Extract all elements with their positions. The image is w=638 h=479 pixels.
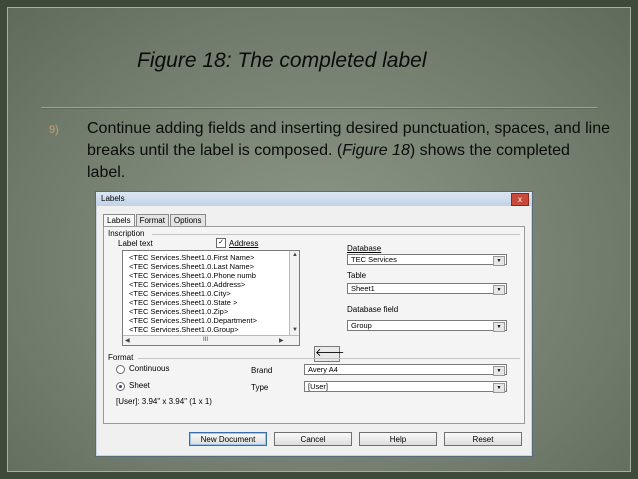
database-field-select[interactable]: Group ▼ (347, 320, 507, 332)
help-button[interactable]: Help (359, 432, 437, 446)
label-line: <TEC Services.Sheet1.0.City> (129, 289, 231, 298)
label-line: <TEC Services.Sheet1.0.State > (129, 298, 238, 307)
dialog-tabs: Labels Format Options (103, 214, 207, 228)
horizontal-scrollbar[interactable]: ◀ III ▶ (123, 335, 299, 345)
label-line: <TEC Services.Sheet1.0.Group> (129, 325, 239, 334)
scroll-left-icon[interactable]: ◀ (125, 337, 130, 344)
label-line: <TEC Services.Sheet1.0.Address> (129, 280, 246, 289)
brand-label: Brand (251, 366, 273, 375)
scroll-up-icon[interactable]: ▲ (292, 252, 298, 258)
label-line: <TEC Services.Sheet1.0.Last Name> (129, 262, 255, 271)
labels-tab-panel: Inscription Label text ✓ Address <TEC Se… (103, 226, 525, 424)
label-line: <TEC Services.Sheet1.0.Zip> (129, 307, 229, 316)
table-select[interactable]: Sheet1 ▼ (347, 283, 507, 295)
dialog-titlebar[interactable]: Labels x (96, 192, 532, 206)
type-label: Type (251, 383, 269, 392)
scroll-right-icon[interactable]: ▶ (279, 337, 284, 344)
continuous-radio[interactable] (116, 365, 125, 374)
inscription-separator (152, 234, 520, 235)
bullet-text: Continue adding fields and inserting des… (87, 118, 612, 184)
bullet-figure-ref: Figure 18 (342, 142, 410, 159)
table-value: Sheet1 (351, 284, 375, 293)
label-line: <TEC Services.Sheet1.0.Phone numb (129, 271, 256, 280)
database-field-value: Group (351, 321, 372, 330)
database-field-label: Database field (347, 305, 399, 314)
label-size-info: [User]: 3.94" x 3.94" (1 x 1) (116, 397, 212, 406)
database-value: TEC Services (351, 255, 397, 264)
brand-value: Avery A4 (308, 365, 338, 374)
label-text-label: Label text (118, 239, 153, 248)
address-checkbox[interactable]: ✓ (216, 238, 226, 248)
chevron-down-icon[interactable]: ▼ (493, 256, 505, 266)
continuous-label: Continuous (129, 364, 170, 373)
title-divider (41, 107, 597, 109)
slide-title: Figure 18: The completed label (137, 49, 427, 72)
label-line: <TEC Services.Sheet1.0.Department> (129, 316, 257, 325)
table-label: Table (347, 271, 367, 280)
insert-field-button[interactable]: 🡐 (314, 346, 345, 362)
vertical-scrollbar[interactable]: ▲ ▼ (289, 251, 299, 335)
chevron-down-icon[interactable]: ▼ (493, 322, 505, 332)
dialog-title: Labels (101, 194, 125, 203)
database-label: Database (347, 244, 382, 253)
database-select[interactable]: TEC Services ▼ (347, 254, 507, 266)
sheet-radio[interactable] (116, 382, 125, 391)
chevron-down-icon[interactable]: ▼ (493, 383, 505, 393)
inscription-heading: Inscription (108, 229, 145, 238)
new-document-button[interactable]: New Document (189, 432, 267, 446)
sheet-label: Sheet (129, 381, 150, 390)
scroll-down-icon[interactable]: ▼ (292, 327, 298, 333)
label-line: <TEC Services.Sheet1.0.First Name> (129, 253, 255, 262)
bullet-number: 9) (49, 124, 59, 136)
reset-button[interactable]: Reset (444, 432, 522, 446)
chevron-down-icon[interactable]: ▼ (493, 285, 505, 295)
scroll-thumb[interactable]: III (203, 337, 208, 343)
address-label: Address (229, 239, 259, 248)
chevron-down-icon[interactable]: ▼ (493, 366, 505, 376)
labels-dialog: Labels x Labels Format Options Inscripti… (95, 191, 533, 457)
format-separator (138, 358, 520, 359)
format-heading: Format (108, 353, 134, 362)
cancel-button[interactable]: Cancel (274, 432, 352, 446)
close-icon[interactable]: x (511, 193, 529, 206)
label-text-area[interactable]: <TEC Services.Sheet1.0.First Name> <TEC … (122, 250, 300, 346)
type-select[interactable]: [User] ▼ (304, 381, 507, 393)
brand-select[interactable]: Avery A4 ▼ (304, 364, 507, 376)
slide: Figure 18: The completed label 9) Contin… (0, 0, 638, 479)
type-value: [User] (308, 382, 329, 391)
